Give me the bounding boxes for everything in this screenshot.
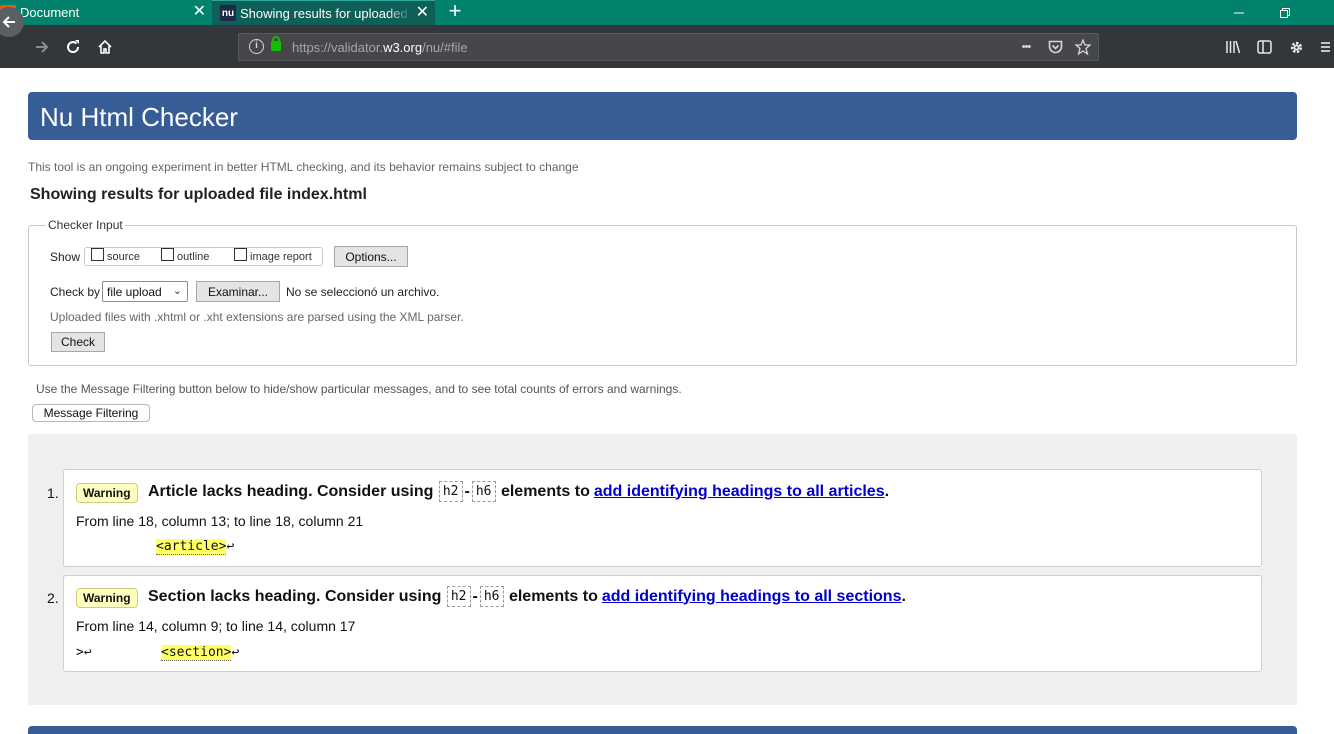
show-label: Show [50, 250, 81, 264]
image-report-checkbox[interactable] [234, 248, 247, 261]
list-item: Warning Section lacks heading. Consider … [63, 575, 1262, 672]
code-h6: h6 [479, 586, 504, 607]
more-actions-icon[interactable]: ••• [1016, 37, 1036, 57]
chevron-down-icon: ⌄ [172, 285, 182, 297]
filtering-text: Use the Message Filtering button below t… [36, 382, 682, 396]
message-text: Section lacks heading. Consider using h2… [148, 586, 906, 607]
source-label: source [107, 251, 141, 263]
code-extract: <article>↩ [156, 539, 235, 555]
restore-icon[interactable] [1262, 0, 1308, 25]
outline-checkbox[interactable] [161, 248, 174, 261]
code-h2: h2 [446, 586, 471, 607]
browse-button[interactable]: Examinar... [196, 281, 280, 302]
tab-title: Showing results for uploaded file index.… [240, 5, 412, 21]
pocket-icon[interactable] [1045, 37, 1065, 57]
check-by-value: file upload [107, 284, 162, 299]
code-extract: >↩ <section>↩ [76, 645, 240, 661]
close-icon[interactable]: ✕ [193, 3, 206, 21]
no-file-text: No se seleccionó un archivo. [286, 285, 440, 299]
page-header: Nu Html Checker [28, 92, 1297, 140]
image-report-label: image report [250, 251, 312, 263]
headings-sections-link[interactable]: add identifying headings to all sections [602, 588, 902, 606]
message-number: 1. [47, 485, 59, 501]
footer-bar [28, 726, 1297, 734]
source-checkbox[interactable] [91, 248, 104, 261]
gear-icon[interactable] [1285, 36, 1307, 58]
page-title: Nu Html Checker [40, 102, 238, 132]
check-by-label: Check by [50, 285, 101, 299]
lock-icon [271, 36, 281, 51]
warning-badge: Warning [76, 588, 138, 608]
library-icon[interactable] [1222, 36, 1244, 58]
reload-icon[interactable] [59, 33, 87, 61]
minimize-icon[interactable] [1216, 0, 1262, 25]
message-text: Article lacks heading. Consider using h2… [148, 481, 889, 502]
info-icon[interactable]: i [249, 39, 264, 54]
check-button[interactable]: Check [51, 332, 105, 352]
warning-badge: Warning [76, 483, 138, 503]
menu-icon[interactable] [1320, 36, 1334, 58]
tab-title: Document [20, 5, 80, 20]
message-location: From line 14, column 9; to line 14, colu… [76, 618, 356, 634]
code-h6: h6 [471, 481, 496, 502]
extract-highlight: <section> [161, 645, 232, 661]
tab-document[interactable]: Document ✕ [0, 0, 212, 25]
code-h2: h2 [438, 481, 463, 502]
url-bar[interactable]: i https://validator.w3.org/nu/#file ••• [238, 33, 1099, 61]
xml-parser-hint: Uploaded files with .xhtml or .xht exten… [50, 310, 464, 324]
check-by-select[interactable]: file upload ⌄ [102, 281, 188, 302]
bookmark-star-icon[interactable] [1073, 37, 1093, 57]
list-item: Warning Article lacks heading. Consider … [63, 469, 1262, 567]
outline-label: outline [177, 251, 210, 263]
tab-validator[interactable]: nu Showing results for uploaded file ind… [212, 0, 435, 25]
headings-articles-link[interactable]: add identifying headings to all articles [594, 483, 885, 501]
new-tab-icon[interactable]: + [444, 0, 466, 25]
sidebar-icon[interactable] [1253, 36, 1275, 58]
extract-highlight: <article> [156, 539, 227, 555]
url-text[interactable]: https://validator.w3.org/nu/#file [292, 40, 468, 55]
message-location: From line 18, column 13; to line 18, col… [76, 513, 364, 529]
tagline: This tool is an ongoing experiment in be… [28, 160, 579, 174]
close-icon[interactable]: ✕ [416, 4, 429, 22]
options-button[interactable]: Options... [334, 246, 408, 267]
message-number: 2. [47, 590, 59, 606]
results-heading: Showing results for uploaded file index.… [30, 186, 367, 203]
nu-icon: nu [220, 5, 236, 21]
forward-icon[interactable] [28, 33, 56, 61]
home-icon[interactable] [91, 33, 119, 61]
checker-input-legend: Checker Input [46, 218, 125, 232]
message-filtering-button[interactable]: Message Filtering [32, 404, 150, 422]
